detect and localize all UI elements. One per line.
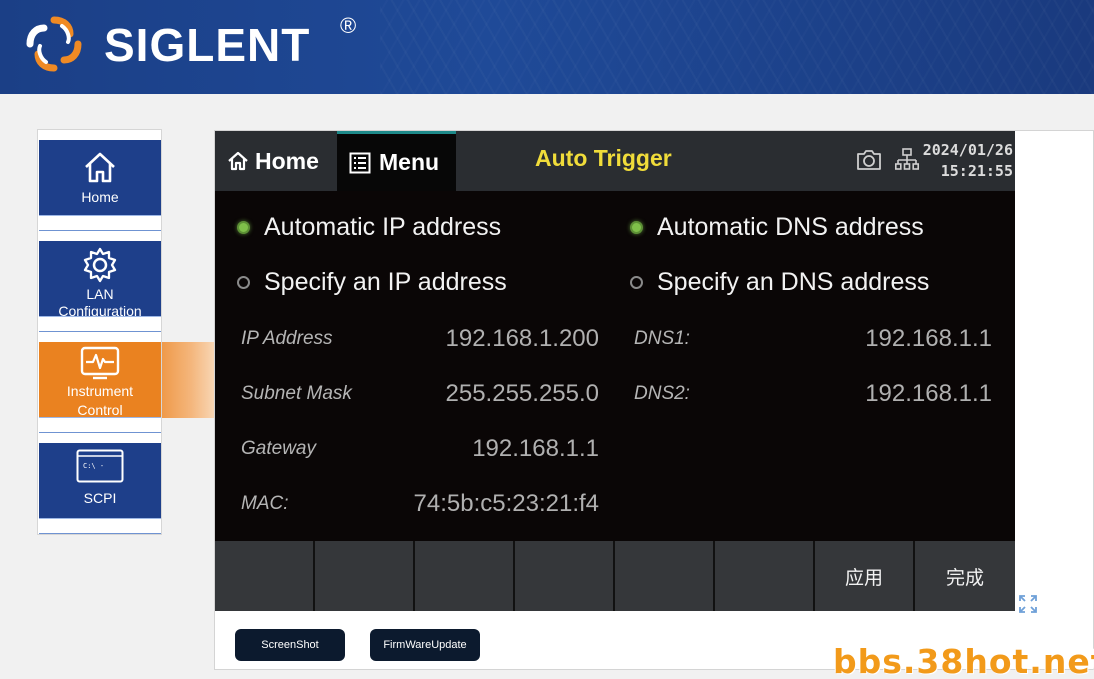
dns1-label: DNS1:: [634, 328, 690, 349]
gateway-label: Gateway: [241, 438, 316, 459]
radio-label: Automatic IP address: [264, 213, 502, 241]
softkey-5[interactable]: [615, 541, 715, 611]
radio-indicator: [237, 221, 250, 234]
firmware-update-button[interactable]: FirmWareUpdate: [370, 629, 480, 661]
tab-menu[interactable]: Menu: [337, 131, 456, 191]
datetime-display: 2024/01/26 15:21:55: [921, 140, 1015, 182]
active-tab-indicator: [162, 342, 215, 418]
tab-home[interactable]: Home: [215, 131, 337, 191]
header-banner: SIGLENT ®: [0, 0, 1094, 94]
screenshot-button[interactable]: ScreenShot: [235, 629, 345, 661]
sidebar-item-label: LAN Configuration: [58, 286, 142, 317]
sidebar-item-label: SCPI: [83, 490, 117, 506]
siglent-logo-icon: [26, 16, 82, 72]
watermark-text: bbs.38hot.net: [833, 642, 1094, 679]
ip-address-value[interactable]: 192.168.1.200: [375, 325, 599, 353]
sidebar-divider: [39, 432, 161, 433]
softkey-apply[interactable]: 应用: [815, 541, 915, 611]
trigger-status: Auto Trigger: [535, 145, 672, 171]
tab-menu-label: Menu: [379, 149, 440, 175]
radio-auto-ip[interactable]: Automatic IP address: [237, 213, 501, 242]
softkey-3[interactable]: [415, 541, 515, 611]
home-icon: [228, 151, 248, 171]
network-icon: [895, 148, 919, 170]
mac-value: 74:5b:c5:23:21:f4: [413, 490, 599, 517]
radio-label: Automatic DNS address: [657, 213, 924, 241]
radio-indicator: [630, 276, 643, 289]
brand-name: SIGLENT: [104, 19, 311, 71]
gateway-value[interactable]: 192.168.1.1: [375, 435, 599, 463]
camera-icon[interactable]: [855, 148, 883, 172]
gear-icon: [83, 247, 117, 283]
tab-home-label: Home: [255, 147, 319, 174]
sidebar-item-lan-configuration[interactable]: LAN Configuration: [39, 241, 161, 317]
radio-specify-dns[interactable]: Specify an DNS address: [630, 268, 929, 297]
dns2-label: DNS2:: [634, 383, 690, 404]
dns2-value[interactable]: 192.168.1.1: [775, 380, 992, 408]
sidebar-divider: [39, 533, 161, 534]
radio-label: Specify an DNS address: [657, 268, 930, 296]
instrument-screen: Home Menu Auto Trigger 2024/01/26 15:21:…: [215, 131, 1015, 611]
radio-specify-ip[interactable]: Specify an IP address: [237, 268, 507, 297]
dns1-value[interactable]: 192.168.1.1: [775, 325, 992, 353]
radio-indicator: [630, 221, 643, 234]
radio-label: Specify an IP address: [264, 268, 507, 296]
time-text: 15:21:55: [940, 162, 1013, 180]
registered-mark: ®: [340, 13, 357, 38]
radio-indicator: [237, 276, 250, 289]
home-icon: [85, 152, 115, 183]
date-text: 2024/01/26: [922, 141, 1013, 159]
sidebar-divider: [39, 230, 161, 231]
softkey-bar: 应用 完成: [215, 541, 1015, 611]
sidebar-item-label: Instrument Control: [66, 383, 134, 418]
menu-list-icon: [349, 152, 371, 173]
sidebar-item-instrument-control[interactable]: Instrument Control: [39, 342, 161, 418]
screen-topbar: Home Menu Auto Trigger 2024/01/26 15:21:…: [215, 131, 1015, 191]
sidebar-divider: [39, 331, 161, 332]
sidebar-item-scpi[interactable]: C:\ - SCPI: [39, 443, 161, 519]
sidebar-item-home[interactable]: Home: [39, 140, 161, 216]
sidebar-item-label: Home: [81, 189, 119, 205]
subnet-mask-value[interactable]: 255.255.255.0: [375, 380, 599, 408]
softkey-done[interactable]: 完成: [915, 541, 1015, 611]
sidebar: Home LAN Configuration Instrument Contro…: [37, 129, 162, 535]
softkey-1[interactable]: [215, 541, 315, 611]
softkey-6[interactable]: [715, 541, 815, 611]
mac-label: MAC:: [241, 493, 289, 514]
subnet-mask-label: Subnet Mask: [241, 383, 352, 404]
terminal-prompt: C:\ -: [83, 462, 105, 470]
softkey-4[interactable]: [515, 541, 615, 611]
softkey-2[interactable]: [315, 541, 415, 611]
fullscreen-expand-icon[interactable]: [1018, 594, 1038, 614]
radio-auto-dns[interactable]: Automatic DNS address: [630, 213, 924, 242]
monitor-pulse-icon: [80, 346, 120, 380]
ip-address-label: IP Address: [241, 328, 333, 349]
banner-texture: [380, 0, 1094, 94]
